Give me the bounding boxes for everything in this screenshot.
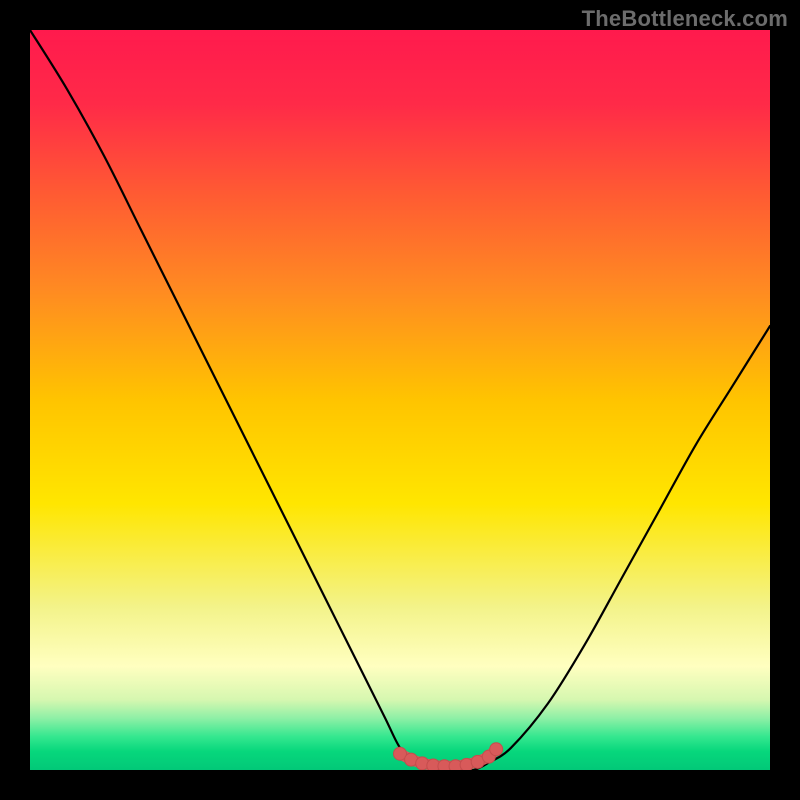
chart-frame: TheBottleneck.com [0, 0, 800, 800]
gradient-background [30, 30, 770, 770]
plot-area [30, 30, 770, 770]
watermark-text: TheBottleneck.com [582, 6, 788, 32]
bottleneck-chart [30, 30, 770, 770]
valley-marker [490, 743, 503, 756]
